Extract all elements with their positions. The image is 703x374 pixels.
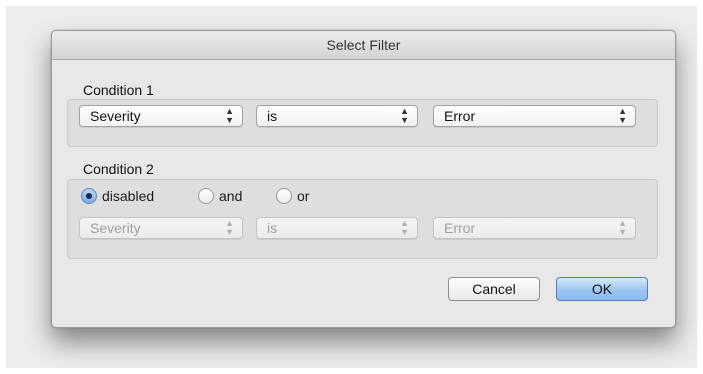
radio-unselected-icon — [276, 188, 292, 204]
condition-1-operator-value: is — [267, 108, 278, 124]
radio-disabled-label: disabled — [102, 188, 155, 204]
radio-and-label: and — [219, 188, 243, 204]
condition-1-value-value: Error — [444, 108, 476, 124]
condition-2-value-popup[interactable]: Error ▲ ▼ — [433, 217, 636, 239]
condition-2-value-value: Error — [444, 220, 476, 236]
condition-2-group: disabled and or Severity ▲ ▼ is ▲ ▼ Error … — [67, 179, 658, 259]
radio-or-label: or — [297, 188, 310, 204]
condition-1-field-popup[interactable]: Severity ▲ ▼ — [79, 105, 243, 127]
condition-2-operator-value: is — [267, 220, 278, 236]
updown-chevron-icon: ▲ ▼ — [225, 106, 234, 125]
condition-1-group: Severity ▲ ▼ is ▲ ▼ Error ▲ ▼ — [67, 99, 658, 147]
cancel-button[interactable]: Cancel — [448, 277, 540, 301]
updown-chevron-icon: ▲ ▼ — [618, 218, 627, 237]
condition-2-field-popup[interactable]: Severity ▲ ▼ — [79, 217, 243, 239]
radio-and[interactable]: and — [198, 186, 242, 206]
updown-chevron-icon: ▲ ▼ — [400, 218, 409, 237]
dialog-title: Select Filter — [52, 31, 675, 60]
radio-unselected-icon — [198, 188, 214, 204]
condition-2-heading: Condition 2 — [83, 161, 154, 177]
condition-1-operator-popup[interactable]: is ▲ ▼ — [256, 105, 418, 127]
updown-chevron-icon: ▲ ▼ — [618, 106, 627, 125]
updown-chevron-icon: ▲ ▼ — [400, 106, 409, 125]
condition-1-heading: Condition 1 — [83, 82, 154, 98]
radio-or[interactable]: or — [276, 186, 309, 206]
ok-button[interactable]: OK — [556, 277, 648, 301]
condition-1-field-value: Severity — [90, 108, 141, 124]
condition-1-value-popup[interactable]: Error ▲ ▼ — [433, 105, 636, 127]
condition-2-operator-popup[interactable]: is ▲ ▼ — [256, 217, 418, 239]
radio-disabled[interactable]: disabled — [81, 186, 154, 206]
condition-2-field-value: Severity — [90, 220, 141, 236]
updown-chevron-icon: ▲ ▼ — [225, 218, 234, 237]
radio-selected-icon — [81, 188, 97, 204]
select-filter-dialog: Select Filter Condition 1 Severity ▲ ▼ is… — [51, 30, 676, 328]
